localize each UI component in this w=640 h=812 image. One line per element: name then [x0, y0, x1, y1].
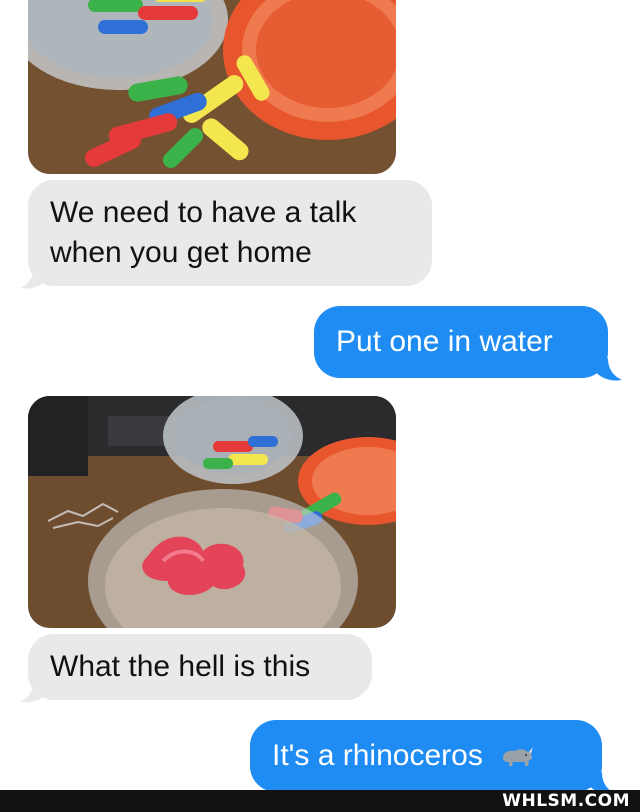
pills-bowl-photo[interactable] [28, 0, 396, 174]
sent-message[interactable]: It's a rhinoceros [250, 720, 602, 792]
received-message[interactable]: What the hell is this [28, 634, 372, 700]
message-text: We need to have a talk when you get home [50, 196, 357, 269]
rhinoceros-emoji-icon [503, 747, 534, 767]
received-message[interactable]: We need to have a talk when you get home [28, 180, 432, 286]
message-text: Put one in water [336, 325, 553, 358]
sent-message[interactable]: Put one in water [314, 306, 608, 378]
footer-bar: WHLSM.COM [0, 790, 640, 812]
message-text: What the hell is this [50, 650, 311, 683]
watermark: WHLSM.COM [502, 791, 630, 811]
message-text: It's a rhinoceros [272, 739, 483, 772]
pill-in-water-photo[interactable] [28, 396, 396, 628]
